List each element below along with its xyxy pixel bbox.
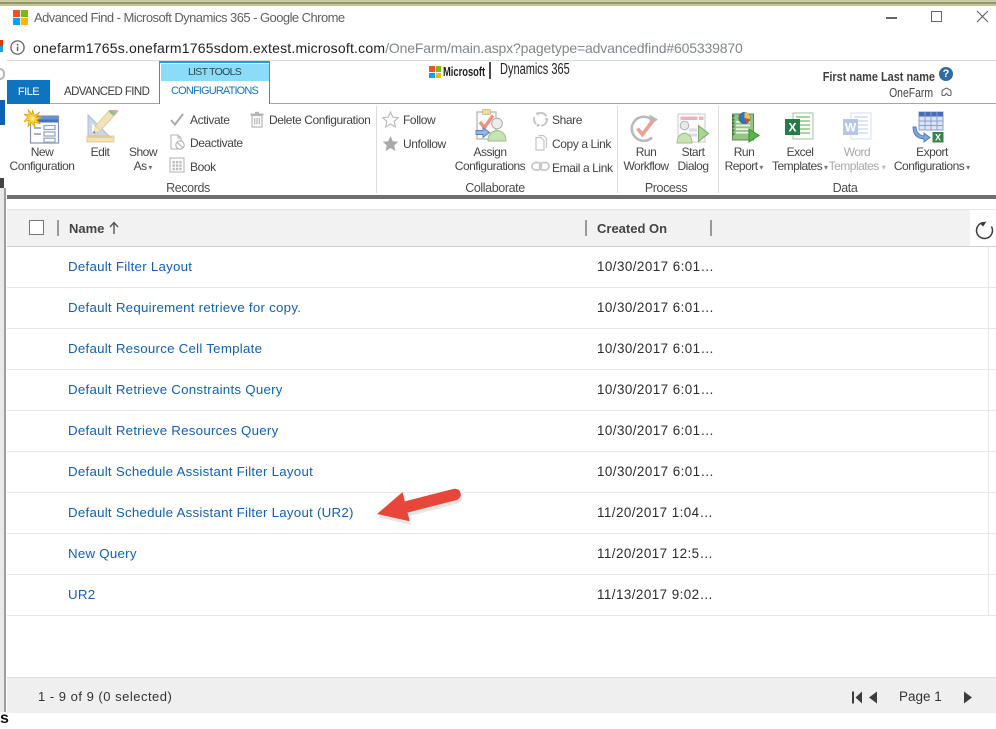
svg-text:X: X	[788, 121, 796, 135]
svg-text:X: X	[935, 133, 941, 143]
svg-text:W: W	[845, 121, 857, 135]
